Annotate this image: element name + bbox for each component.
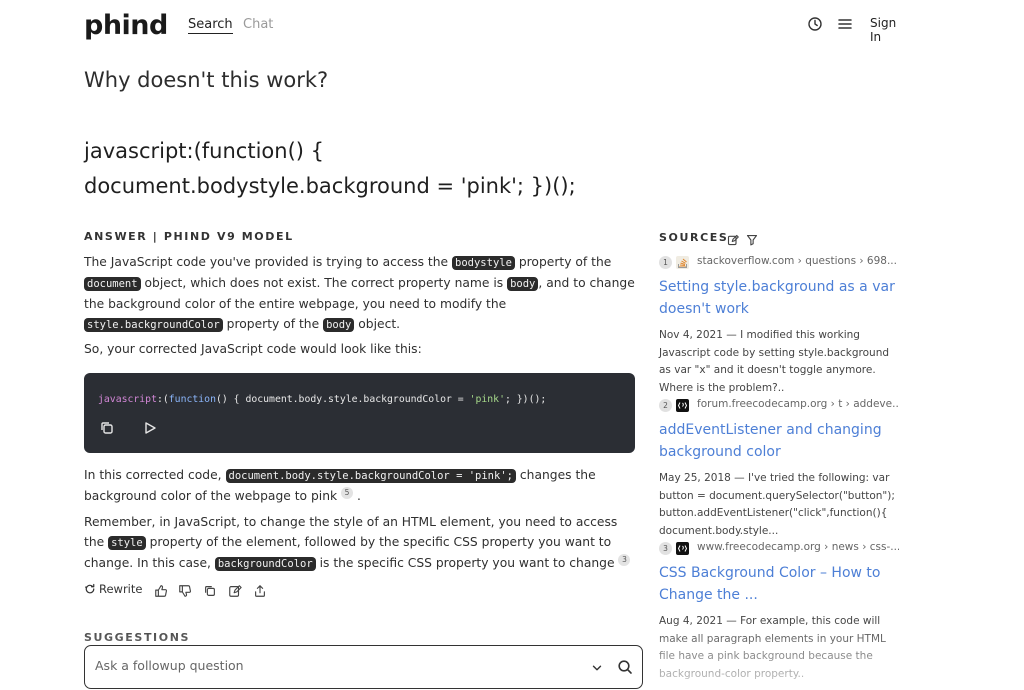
- source-meta: 2 forum.freecodecamp.org › t › addeve...: [659, 398, 899, 414]
- thumbs-up-icon[interactable]: [154, 583, 168, 597]
- answer-text: property of the: [514, 255, 612, 269]
- source-snippet: Nov 4, 2021 — I modified this working Ja…: [659, 329, 890, 394]
- answer-text: object, which does not exist. The correc…: [140, 276, 508, 290]
- clock-icon[interactable]: [807, 16, 823, 32]
- share-icon[interactable]: [253, 583, 267, 597]
- edit-icon[interactable]: [228, 583, 242, 597]
- answer-text: property of the: [222, 317, 324, 331]
- code-token-function: function: [168, 394, 216, 405]
- code-block: javascript:(function() { document.body.s…: [84, 373, 635, 453]
- filter-icon[interactable]: [746, 231, 758, 246]
- stackoverflow-favicon-icon: [676, 256, 689, 269]
- code-token: ; })();: [504, 394, 547, 405]
- citation-badge[interactable]: 5: [341, 486, 354, 499]
- source-item: 3 www.freecodecamp.org › news › css-... …: [659, 541, 899, 683]
- answer-paragraph-2: So, your corrected JavaScript code would…: [84, 342, 422, 356]
- inline-code: bodystyle: [452, 256, 515, 270]
- source-number: 2: [659, 399, 672, 412]
- answer-text: object.: [354, 317, 401, 331]
- source-title-link[interactable]: Setting style.background as a var doesn'…: [659, 276, 899, 320]
- question-code-line-1: javascript:(function() {: [84, 139, 324, 163]
- run-code-icon[interactable]: [142, 420, 160, 438]
- followup-bar: [84, 645, 643, 689]
- source-item: 2 forum.freecodecamp.org › t › addeve...…: [659, 398, 899, 540]
- inline-code: document.body.style.backgroundColor = 'p…: [225, 469, 516, 483]
- followup-input[interactable]: [95, 658, 565, 673]
- source-domain: stackoverflow.com › questions › 698...: [697, 255, 897, 267]
- copy-code-icon[interactable]: [99, 420, 117, 438]
- suggestions-heading: SUGGESTIONS: [84, 631, 191, 644]
- answer-actions: Rewrite: [84, 582, 284, 600]
- citation-badge[interactable]: 3: [618, 553, 631, 566]
- freecodecamp-favicon-icon: [676, 399, 689, 412]
- edit-sources-icon[interactable]: [727, 231, 739, 246]
- sources-heading: SOURCES: [659, 231, 729, 244]
- source-domain: www.freecodecamp.org › news › css-...: [697, 541, 899, 553]
- question-title: Why doesn't this work?: [84, 68, 329, 92]
- inline-code: body: [507, 277, 539, 291]
- answer-text: .: [353, 489, 361, 503]
- inline-code: body: [323, 318, 355, 332]
- code-line: javascript:(function() { document.body.s…: [98, 394, 546, 405]
- answer-text: In this corrected code,: [84, 468, 226, 482]
- tab-chat[interactable]: Chat: [243, 17, 273, 32]
- tab-search[interactable]: Search: [188, 17, 233, 34]
- source-number: 3: [659, 542, 672, 555]
- code-token: () { document.body.style.backgroundColor…: [215, 394, 470, 405]
- phind-logo[interactable]: phind: [84, 10, 168, 41]
- chevron-down-icon[interactable]: [590, 660, 604, 674]
- answer-text: is the specific CSS property you want to…: [315, 556, 615, 570]
- source-snippet: May 25, 2018 — I've tried the following:…: [659, 472, 895, 537]
- search-icon[interactable]: [617, 659, 633, 675]
- thumbs-down-icon[interactable]: [178, 583, 192, 597]
- inline-code: style: [108, 536, 146, 550]
- inline-code: style.backgroundColor: [84, 318, 223, 332]
- source-title-link[interactable]: addEventListener and changing background…: [659, 419, 899, 463]
- code-token-string: 'pink': [469, 394, 505, 405]
- source-snippet: Aug 4, 2021 — For example, this code wil…: [659, 615, 886, 680]
- question-code-line-2: document.bodystyle.background = 'pink'; …: [84, 174, 576, 198]
- answer-paragraph-3: In this corrected code, document.body.st…: [84, 465, 636, 506]
- inline-code: document: [84, 277, 141, 291]
- source-item: 1 stackoverflow.com › questions › 698...…: [659, 255, 899, 397]
- source-number: 1: [659, 256, 672, 269]
- inline-code: backgroundColor: [214, 557, 316, 571]
- hamburger-icon[interactable]: [837, 16, 853, 32]
- code-token-keyword: javascript: [98, 394, 157, 405]
- sign-in-button[interactable]: Sign In: [870, 16, 906, 44]
- answer-paragraph-1: The JavaScript code you've provided is t…: [84, 252, 636, 335]
- top-header: phind Search Chat Sign In: [84, 10, 906, 44]
- refresh-icon: [85, 583, 95, 594]
- rewrite-button[interactable]: Rewrite: [84, 582, 142, 596]
- code-token: :(: [156, 394, 169, 405]
- source-meta: 3 www.freecodecamp.org › news › css-...: [659, 541, 899, 557]
- answer-text: The JavaScript code you've provided is t…: [84, 255, 453, 269]
- source-domain: forum.freecodecamp.org › t › addeve...: [697, 398, 899, 410]
- freecodecamp-favicon-icon: [676, 542, 689, 555]
- rewrite-label: Rewrite: [99, 582, 143, 596]
- source-meta: 1 stackoverflow.com › questions › 698...: [659, 255, 899, 271]
- source-title-link[interactable]: CSS Background Color – How to Change the…: [659, 562, 899, 606]
- answer-heading: ANSWER | PHIND V9 MODEL: [84, 230, 294, 243]
- copy-icon[interactable]: [203, 583, 217, 597]
